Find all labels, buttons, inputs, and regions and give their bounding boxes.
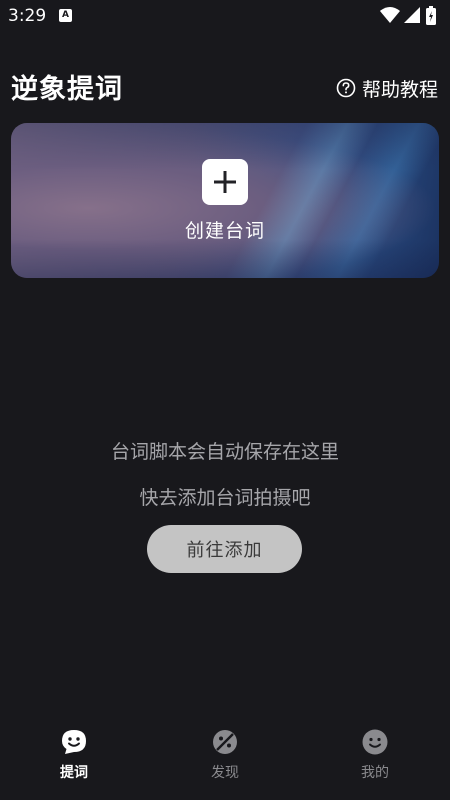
help-tutorial-link[interactable]: 帮助教程 (336, 74, 438, 102)
app-title: 逆象提词 (11, 74, 123, 105)
nav-item-mine[interactable]: 我的 (325, 728, 425, 788)
status-bar: 3:29 A (0, 0, 450, 32)
create-script-button[interactable] (202, 159, 248, 205)
battery-icon (426, 6, 436, 25)
question-circle-icon (336, 78, 356, 98)
status-icons (380, 6, 442, 26)
nav-item-teleprompter[interactable]: 提词 (24, 728, 124, 788)
nav-label-mine: 我的 (361, 765, 389, 781)
go-add-button[interactable]: 前往添加 (147, 525, 302, 573)
create-script-card[interactable]: 创建台词 (11, 123, 439, 278)
plus-icon (214, 171, 236, 193)
signal-icon (404, 7, 420, 23)
empty-state-message: 台词脚本会自动保存在这里 (110, 441, 339, 463)
nav-item-discover[interactable]: 发现 (175, 728, 275, 788)
smiley-icon (362, 729, 388, 755)
bottom-nav: 提词 发现 我的 (0, 720, 450, 800)
empty-state-hint: 快去添加台词拍摄吧 (139, 487, 311, 509)
status-time: 3:29 (8, 6, 47, 26)
notification-icon: A (59, 9, 72, 22)
discover-icon (213, 730, 237, 754)
nav-label-discover: 发现 (211, 765, 239, 781)
teleprompter-icon (62, 730, 86, 754)
create-script-label: 创建台词 (184, 220, 265, 242)
help-tutorial-label: 帮助教程 (361, 78, 438, 101)
nav-label-teleprompter: 提词 (60, 765, 88, 781)
wifi-icon (380, 7, 400, 23)
app-screen: 3:29 A 逆象提词 帮助教程 创建台词 台词脚本会自动保存在这里 快去添加台… (0, 0, 450, 800)
